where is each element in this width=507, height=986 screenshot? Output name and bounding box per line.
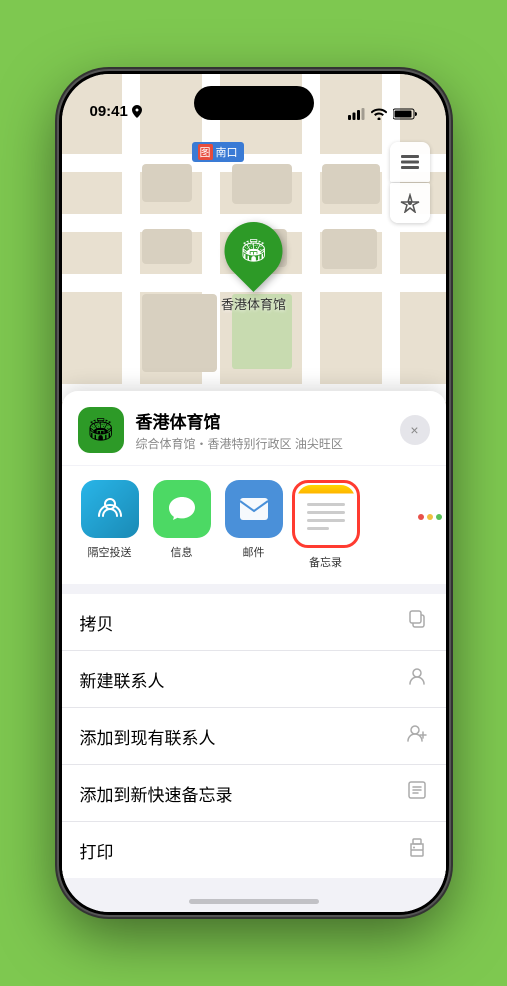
action-add-existing-label: 添加到现有联系人 <box>80 724 216 749</box>
action-copy-label: 拷贝 <box>80 610 114 635</box>
action-print[interactable]: 打印 <box>62 822 446 878</box>
notes-line <box>307 503 345 506</box>
airdrop-icon <box>81 480 139 538</box>
notes-lines <box>307 503 345 535</box>
map-pin: 🏟 香港体育馆 <box>221 222 286 313</box>
close-button[interactable]: × <box>400 415 430 445</box>
action-list: 拷贝 新建联系人 <box>62 594 446 878</box>
notes-icon <box>297 485 355 543</box>
airdrop-symbol <box>95 494 125 524</box>
action-copy[interactable]: 拷贝 <box>62 594 446 651</box>
pin-venue-icon: 🏟 <box>240 238 268 264</box>
share-mail[interactable]: 邮件 <box>218 480 290 570</box>
bottom-sheet: 🏟 香港体育馆 综合体育馆・香港特别行政区 油尖旺区 × <box>62 391 446 912</box>
wifi-icon <box>371 108 387 120</box>
home-indicator <box>189 899 319 904</box>
subway-label-text: 南口 <box>216 144 238 160</box>
mail-label: 邮件 <box>243 544 265 560</box>
map-type-button[interactable] <box>390 142 430 182</box>
person-svg-icon <box>406 665 428 687</box>
share-airdrop[interactable]: 隔空投送 <box>74 480 146 570</box>
messages-label: 信息 <box>171 544 193 560</box>
map-building <box>142 229 192 264</box>
airdrop-label: 隔空投送 <box>88 544 132 560</box>
messages-symbol <box>166 494 198 524</box>
notes-label: 备忘录 <box>309 554 342 570</box>
venue-name: 香港体育馆 <box>136 408 388 433</box>
sheet-header: 🏟 香港体育馆 综合体育馆・香港特别行政区 油尖旺区 × <box>62 391 446 465</box>
map-building <box>322 229 377 269</box>
copy-icon <box>406 608 428 636</box>
action-quick-note-label: 添加到新快速备忘录 <box>80 781 233 806</box>
map-building <box>142 294 217 372</box>
quick-note-icon <box>406 779 428 807</box>
subway-label: 图 南口 <box>192 142 244 162</box>
venue-info: 香港体育馆 综合体育馆・香港特别行政区 油尖旺区 <box>136 408 388 452</box>
print-svg-icon <box>406 836 428 858</box>
map-controls <box>390 142 430 223</box>
more-dot-red <box>418 514 424 520</box>
notes-line <box>307 527 330 530</box>
more-apps-indicator <box>406 466 446 584</box>
phone-screen: 09:41 <box>62 74 446 912</box>
venue-description: 综合体育馆・香港特别行政区 油尖旺区 <box>136 435 388 452</box>
mail-icon <box>225 480 283 538</box>
print-icon <box>406 836 428 864</box>
mail-symbol <box>238 496 270 522</box>
action-add-quick-note[interactable]: 添加到新快速备忘录 <box>62 765 446 822</box>
more-dot-yellow <box>427 514 433 520</box>
signal-icon <box>348 108 365 120</box>
notes-line <box>307 519 345 522</box>
action-add-existing-contact[interactable]: 添加到现有联系人 <box>62 708 446 765</box>
share-apps-row: 隔空投送 信息 <box>62 466 446 584</box>
map-building <box>142 164 192 202</box>
subway-line-indicator: 图 <box>198 144 213 160</box>
more-dot-green <box>436 514 442 520</box>
dynamic-island <box>194 86 314 120</box>
notes-selected-border <box>292 480 360 548</box>
map-building <box>232 164 292 204</box>
messages-icon <box>153 480 211 538</box>
person-add-svg-icon <box>406 722 428 744</box>
location-icon <box>132 105 142 118</box>
map-layers-icon <box>399 151 421 173</box>
action-new-contact[interactable]: 新建联系人 <box>62 651 446 708</box>
note-svg-icon <box>406 779 428 801</box>
pin-label: 香港体育馆 <box>221 294 286 313</box>
new-contact-icon <box>406 665 428 693</box>
venue-icon: 🏟 <box>78 407 124 453</box>
phone-frame: 09:41 <box>59 71 449 915</box>
compass-icon <box>400 193 420 213</box>
location-button[interactable] <box>390 183 430 223</box>
battery-icon <box>393 108 418 120</box>
share-messages[interactable]: 信息 <box>146 480 218 570</box>
pin-circle: 🏟 <box>212 210 294 292</box>
copy-svg-icon <box>406 608 428 630</box>
map-building <box>322 164 380 204</box>
add-contact-icon <box>406 722 428 750</box>
status-icons <box>348 108 418 120</box>
action-print-label: 打印 <box>80 838 114 863</box>
share-notes[interactable]: 备忘录 <box>290 480 362 570</box>
action-new-contact-label: 新建联系人 <box>80 667 165 692</box>
status-time: 09:41 <box>90 103 128 120</box>
notes-line <box>307 511 345 514</box>
